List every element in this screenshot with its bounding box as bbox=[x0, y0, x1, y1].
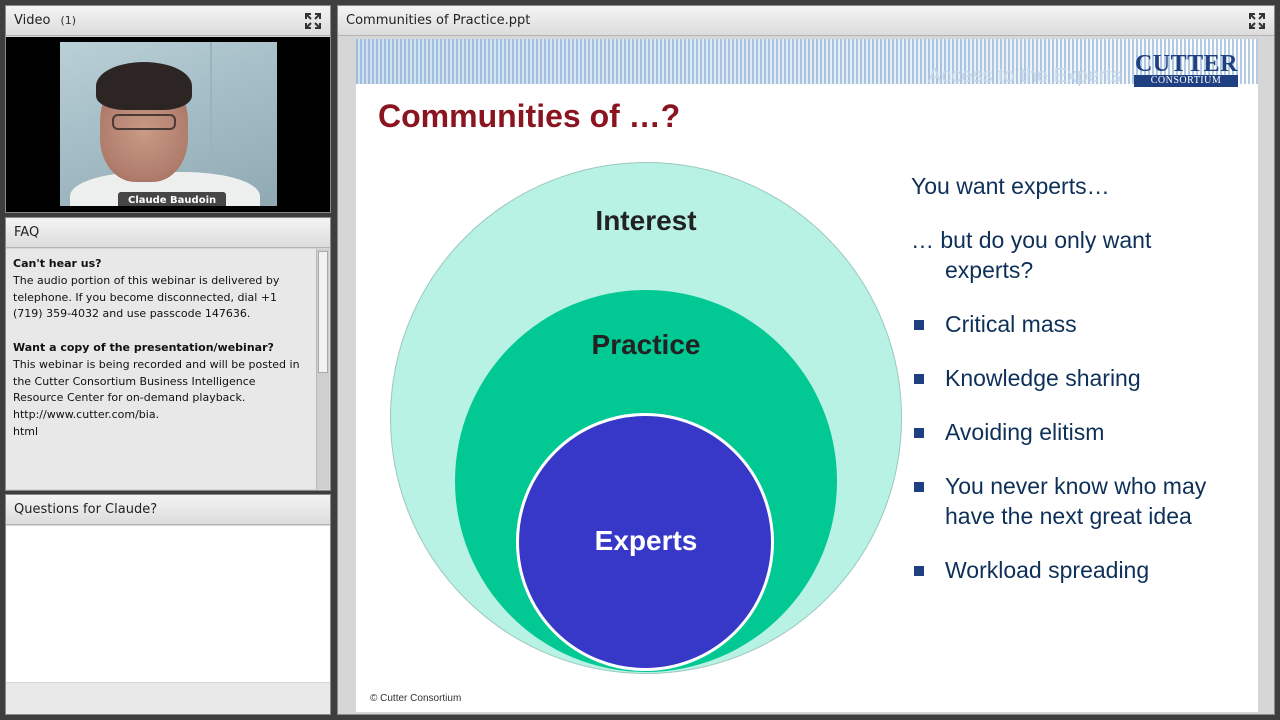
video-pod-title: Video bbox=[14, 13, 51, 28]
slide-title: Communities of …? bbox=[378, 98, 681, 134]
video-pod-header: Video (1) bbox=[6, 6, 330, 36]
lead-text: … but do you only want bbox=[911, 227, 1152, 253]
questions-list bbox=[6, 526, 330, 682]
scrollbar-thumb[interactable] bbox=[318, 251, 328, 373]
circle-label-practice: Practice bbox=[591, 329, 701, 360]
maximize-icon[interactable] bbox=[304, 12, 322, 30]
video-pod: Video (1) Claude Baudoin bbox=[5, 5, 331, 213]
bullet-item-line: have the next great idea bbox=[945, 503, 1192, 529]
cutter-logo: CUTTER CONSORTIUM bbox=[1134, 51, 1238, 87]
slide: Access to the Experts CUTTER CONSORTIUM … bbox=[356, 39, 1258, 712]
circle-label-experts: Experts bbox=[594, 525, 698, 556]
lead-text-cont: experts? bbox=[945, 257, 1034, 283]
webcam-image: Claude Baudoin bbox=[60, 42, 277, 206]
maximize-icon[interactable] bbox=[1248, 12, 1266, 30]
bullet-item: Knowledge sharing bbox=[911, 363, 1251, 393]
faq-pod: FAQ Can't hear us? The audio portion of … bbox=[5, 217, 331, 491]
questions-pod-header: Questions for Claude? bbox=[6, 495, 330, 525]
question-input[interactable] bbox=[6, 683, 330, 714]
bullet-list: You want experts… … but do you only want… bbox=[911, 171, 1251, 609]
bullet-item: You never know who may have the next gre… bbox=[911, 471, 1251, 531]
slide-tagline: Access to the Experts bbox=[928, 65, 1122, 87]
presentation-pod: Communities of Practice.ppt Access to th… bbox=[337, 5, 1275, 715]
faq-content: Can't hear us? The audio portion of this… bbox=[6, 249, 316, 489]
questions-pod: Questions for Claude? bbox=[5, 494, 331, 715]
circle-label-interest: Interest bbox=[595, 205, 697, 236]
faq-link-cont[interactable]: html bbox=[13, 425, 38, 438]
slide-header-band bbox=[356, 39, 1258, 84]
faq-answer-text: This webinar is being recorded and will … bbox=[13, 357, 300, 405]
bullet-item: Critical mass bbox=[911, 309, 1251, 339]
faq-question-heading: Can't hear us? bbox=[13, 257, 102, 270]
faq-scrollbar[interactable] bbox=[316, 249, 329, 489]
logo-text: CUTTER bbox=[1134, 51, 1238, 77]
faq-pod-title: FAQ bbox=[14, 225, 40, 240]
video-feed: Claude Baudoin bbox=[6, 37, 330, 212]
questions-pod-title: Questions for Claude? bbox=[14, 502, 158, 517]
faq-answer-text: The audio portion of this webinar is del… bbox=[13, 273, 280, 321]
faq-question-heading: Want a copy of the presentation/webinar? bbox=[13, 340, 274, 354]
faq-pod-header: FAQ bbox=[6, 218, 330, 248]
participant-count: (1) bbox=[60, 14, 77, 27]
bullet-item: Workload spreading bbox=[911, 555, 1251, 585]
faq-link[interactable]: http://www.cutter.com/bia. bbox=[13, 408, 159, 421]
presentation-pod-header: Communities of Practice.ppt bbox=[338, 6, 1274, 36]
slide-copyright: © Cutter Consortium bbox=[370, 693, 462, 704]
speaker-name-tag: Claude Baudoin bbox=[118, 192, 227, 206]
lead-text: You want experts… bbox=[911, 173, 1110, 199]
presentation-file-title: Communities of Practice.ppt bbox=[346, 13, 531, 28]
bullet-item: Avoiding elitism bbox=[911, 417, 1251, 447]
bullet-item-line: You never know who may bbox=[945, 473, 1207, 499]
